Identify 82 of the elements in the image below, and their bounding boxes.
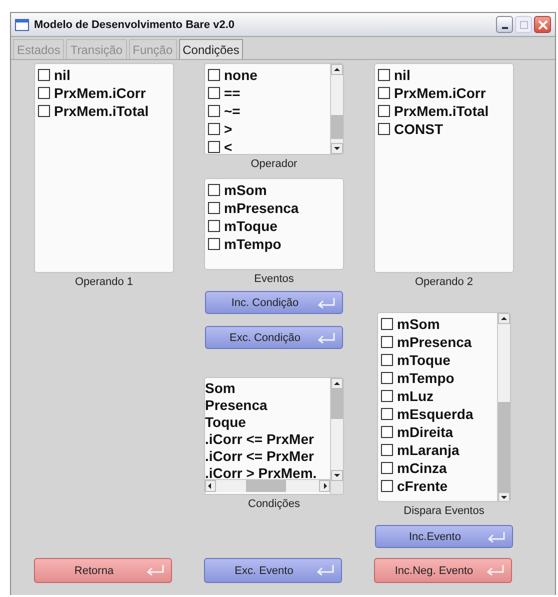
checkbox[interactable]: [381, 408, 393, 420]
list-caption: Eventos: [254, 273, 294, 285]
tab[interactable]: Condições: [178, 39, 244, 59]
checkbox[interactable]: [378, 105, 390, 117]
window-icon: [15, 18, 29, 30]
checkbox[interactable]: [38, 105, 50, 117]
close-icon: [538, 20, 548, 30]
checkbox[interactable]: [381, 480, 393, 492]
action-button[interactable]: Inc.Neg. Evento: [374, 558, 512, 583]
minimize-button[interactable]: [496, 16, 513, 33]
checkbox[interactable]: [208, 238, 220, 250]
checkbox[interactable]: [381, 390, 393, 402]
checkbox[interactable]: [381, 462, 393, 474]
checkbox[interactable]: [208, 220, 220, 232]
scrollbar[interactable]: [330, 378, 343, 494]
list-item[interactable]: PrxMem.iCorr: [54, 85, 146, 101]
checkbox[interactable]: [208, 105, 220, 117]
checkbox[interactable]: [208, 141, 220, 153]
list-caption: Condições: [248, 498, 300, 510]
list-item[interactable]: mTempo: [397, 370, 454, 386]
checkbox[interactable]: [208, 69, 220, 81]
list-caption: Operando 1: [74, 276, 134, 288]
action-button[interactable]: Exc. Evento: [204, 558, 342, 583]
scrollbar[interactable]: [497, 313, 510, 501]
list-item[interactable]: .iCorr <= PrxMer: [205, 431, 330, 448]
list-caption: Operador: [250, 158, 298, 170]
minimize-icon: [502, 26, 508, 28]
list-item[interactable]: CONST: [394, 121, 443, 137]
list-item[interactable]: mLaranja: [397, 442, 460, 458]
list-item[interactable]: PrxMem.iCorr: [394, 85, 486, 101]
list-item[interactable]: mCinza: [397, 460, 447, 476]
list-item[interactable]: mSom: [224, 182, 267, 198]
list-item[interactable]: mToque: [224, 218, 278, 234]
list-item[interactable]: cFrente: [397, 478, 448, 494]
list-item[interactable]: .iCorr > PrxMem.: [205, 465, 330, 479]
action-button[interactable]: Inc.Evento: [375, 525, 513, 548]
checkbox[interactable]: [208, 123, 220, 135]
scrollbar[interactable]: [330, 64, 343, 154]
list-item[interactable]: Presenca: [205, 397, 330, 414]
list-item[interactable]: PrxMem.iTotal: [54, 103, 149, 119]
list-caption: Operando 2: [414, 276, 474, 288]
checkbox[interactable]: [381, 372, 393, 384]
checkbox[interactable]: [381, 354, 393, 366]
list-item[interactable]: >: [224, 121, 232, 137]
list-caption: Dispara Eventos: [404, 505, 484, 517]
list-item[interactable]: Toque: [205, 414, 330, 431]
checkbox[interactable]: [381, 336, 393, 348]
list-item[interactable]: nil: [394, 67, 410, 83]
list-item[interactable]: .iCorr <= PrxMer: [205, 448, 330, 465]
list-item[interactable]: Som: [205, 380, 330, 397]
maximize-icon: [520, 20, 528, 28]
checkbox[interactable]: [381, 426, 393, 438]
checkbox[interactable]: [38, 69, 50, 81]
list-item[interactable]: mPresenca: [397, 334, 472, 350]
checkbox[interactable]: [378, 69, 390, 81]
checkbox[interactable]: [208, 202, 220, 214]
checkbox[interactable]: [378, 87, 390, 99]
close-button[interactable]: [534, 16, 551, 33]
list-item[interactable]: mTempo: [224, 236, 282, 252]
list-item[interactable]: mSom: [397, 316, 440, 332]
horizontal-scrollbar[interactable]: [205, 479, 330, 492]
list-item[interactable]: mEsquerda: [397, 406, 474, 422]
checkbox[interactable]: [38, 87, 50, 99]
checkbox[interactable]: [208, 87, 220, 99]
list-item[interactable]: ==: [224, 85, 240, 101]
action-button[interactable]: Inc. Condição: [205, 291, 343, 314]
checkbox[interactable]: [208, 184, 220, 196]
action-button[interactable]: Exc. Condição: [205, 326, 343, 349]
window-title: Modelo de Desenvolvimento Bare v2.0: [34, 18, 236, 30]
checkbox[interactable]: [381, 318, 393, 330]
checkbox[interactable]: [381, 444, 393, 456]
action-button[interactable]: Retorna: [34, 558, 172, 583]
list-item[interactable]: none: [224, 67, 258, 83]
list-item[interactable]: mLuz: [397, 388, 434, 404]
list-item[interactable]: mToque: [397, 352, 450, 368]
list-item[interactable]: mDireita: [397, 424, 454, 440]
list-item[interactable]: ~=: [224, 103, 240, 119]
list-item[interactable]: <: [224, 139, 232, 154]
list-item[interactable]: mPresenca: [224, 200, 299, 216]
checkbox[interactable]: [378, 123, 390, 135]
list-item[interactable]: nil: [54, 67, 70, 83]
list-item[interactable]: PrxMem.iTotal: [394, 103, 489, 119]
